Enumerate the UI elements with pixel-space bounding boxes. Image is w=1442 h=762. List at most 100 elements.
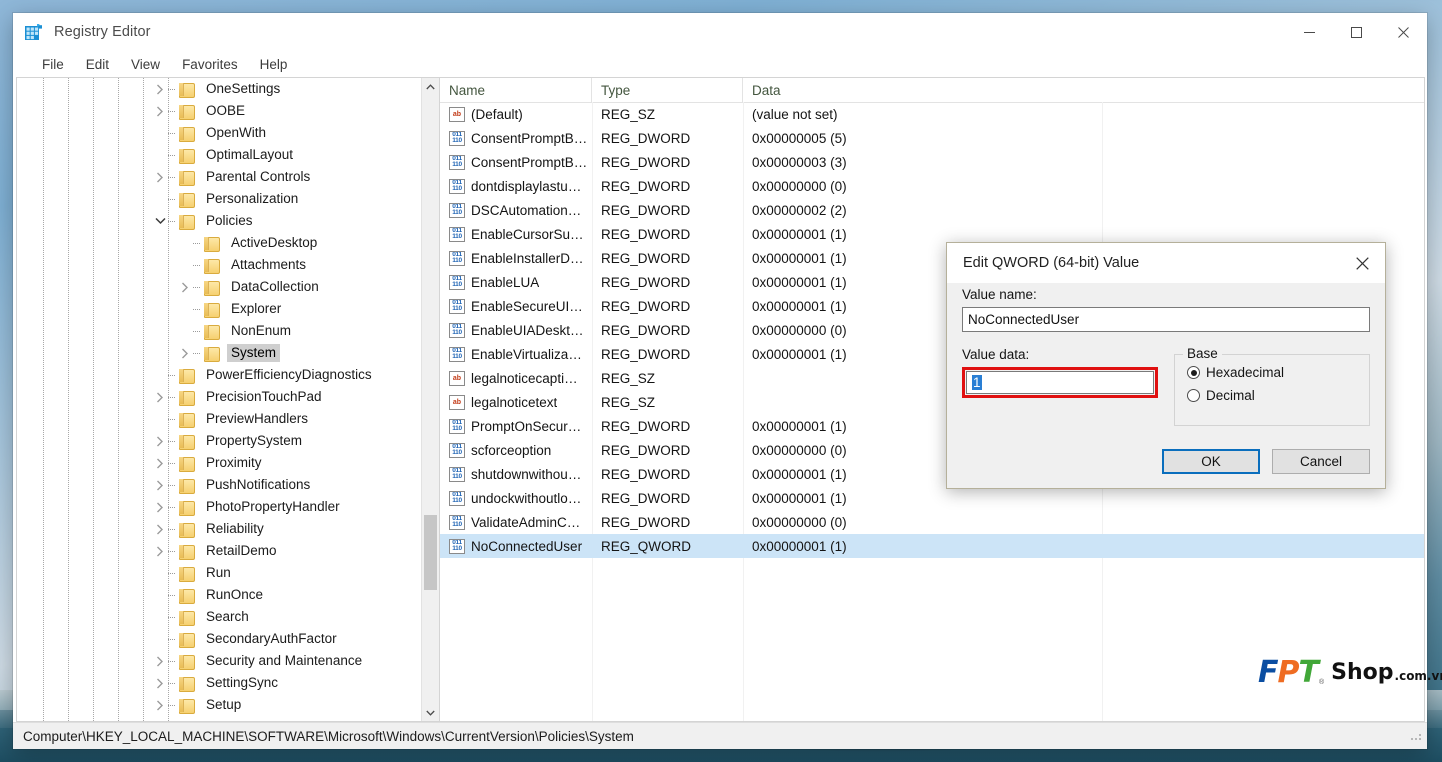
resize-grip[interactable] [1411, 730, 1423, 742]
chevron-right-icon[interactable] [152, 166, 168, 188]
chevron-right-icon[interactable] [152, 100, 168, 122]
chevron-right-icon[interactable] [152, 78, 168, 100]
tree-item-datacollection[interactable]: DataCollection [17, 276, 422, 298]
tree-item-openwith[interactable]: OpenWith [17, 122, 422, 144]
tree-item-retaildemo[interactable]: RetailDemo [17, 540, 422, 562]
tree-item-label: PowerEfficiencyDiagnostics [206, 367, 372, 382]
tree-item-runonce[interactable]: RunOnce [17, 584, 422, 606]
menu-favorites[interactable]: Favorites [171, 55, 249, 74]
value-name-text: ConsentPromptB… [471, 154, 588, 170]
chevron-right-icon[interactable] [152, 430, 168, 452]
registry-editor-icon [24, 23, 43, 42]
tree-scrollbar-thumb[interactable] [424, 515, 437, 590]
chevron-right-icon[interactable] [152, 474, 168, 496]
chevron-right-icon[interactable] [177, 276, 193, 298]
string-value-icon: ab [449, 370, 465, 386]
maximize-button[interactable] [1333, 13, 1380, 51]
table-row[interactable]: ab (Default) REG_SZ (value not set) [440, 102, 1424, 126]
ok-button[interactable]: OK [1162, 449, 1260, 474]
table-row[interactable]: 011 110 ConsentPromptB… REG_DWORD 0x00000005… [440, 126, 1424, 150]
column-header-data[interactable]: Data [743, 78, 1424, 102]
dialog-title-bar: Edit QWORD (64-bit) Value [947, 243, 1385, 283]
column-header-type[interactable]: Type [592, 78, 743, 102]
chevron-down-icon[interactable] [152, 210, 168, 232]
tree-item-label: Search [206, 609, 249, 624]
radio-hexadecimal[interactable]: Hexadecimal [1187, 365, 1357, 380]
value-name-cell: 011 110 scforceoption [440, 442, 592, 458]
tree-item-personalization[interactable]: Personalization [17, 188, 422, 210]
tree-connector [168, 78, 178, 100]
chevron-right-icon[interactable] [152, 496, 168, 518]
folder-icon [178, 698, 195, 714]
tree-item-reliability[interactable]: Reliability [17, 518, 422, 540]
column-header-name[interactable]: Name [440, 78, 592, 102]
tree-item-nonenum[interactable]: NonEnum [17, 320, 422, 342]
tree-item-proximity[interactable]: Proximity [17, 452, 422, 474]
close-button[interactable] [1380, 13, 1427, 51]
tree-item-photopropertyhandler[interactable]: PhotoPropertyHandler [17, 496, 422, 518]
tree-item-previewhandlers[interactable]: PreviewHandlers [17, 408, 422, 430]
tree-connector [168, 364, 178, 386]
tree-item-system[interactable]: System [17, 342, 422, 364]
table-row[interactable]: 011 110 ValidateAdminC… REG_DWORD 0x00000000… [440, 510, 1424, 534]
chevron-right-icon[interactable] [152, 672, 168, 694]
table-row[interactable]: 011 110 dontdisplaylastu… REG_DWORD 0x000000… [440, 174, 1424, 198]
tree-item-run[interactable]: Run [17, 562, 422, 584]
tree-item-powerefficiencydiagnostics[interactable]: PowerEfficiencyDiagnostics [17, 364, 422, 386]
table-row[interactable]: 011 110 ConsentPromptB… REG_DWORD 0x00000003… [440, 150, 1424, 174]
chevron-right-icon[interactable] [152, 386, 168, 408]
tree-scrollbar[interactable] [421, 78, 439, 721]
menu-edit[interactable]: Edit [75, 55, 120, 74]
tree-item-optimallayout[interactable]: OptimalLayout [17, 144, 422, 166]
tree-item-parental-controls[interactable]: Parental Controls [17, 166, 422, 188]
tree-item-secondaryauthfactor[interactable]: SecondaryAuthFactor [17, 628, 422, 650]
tree-item-explorer[interactable]: Explorer [17, 298, 422, 320]
dword-value-icon: 011 110 [449, 418, 465, 434]
menu-file[interactable]: File [31, 55, 75, 74]
menu-view[interactable]: View [120, 55, 171, 74]
tree-item-label: Attachments [231, 257, 307, 272]
table-row[interactable]: 011 110 NoConnectedUser REG_QWORD 0x00000001… [440, 534, 1424, 558]
tree-item-settingsync[interactable]: SettingSync [17, 672, 422, 694]
tree-item-propertysystem[interactable]: PropertySystem [17, 430, 422, 452]
value-name-cell: 011 110 EnableUIADeskt… [440, 322, 592, 338]
tree-item-setup[interactable]: Setup [17, 694, 422, 716]
tree-item-pushnotifications[interactable]: PushNotifications [17, 474, 422, 496]
scroll-up-arrow[interactable] [422, 78, 439, 95]
table-row[interactable]: 011 110 undockwithoutlo… REG_DWORD 0x0000000… [440, 486, 1424, 510]
value-type-cell: REG_DWORD [601, 442, 691, 458]
folder-icon [178, 368, 195, 384]
tree-item-policies[interactable]: Policies [17, 210, 422, 232]
cancel-button[interactable]: Cancel [1272, 449, 1370, 474]
chevron-right-icon[interactable] [152, 540, 168, 562]
tree-item-activedesktop[interactable]: ActiveDesktop [17, 232, 422, 254]
table-row[interactable]: 011 110 DSCAutomation… REG_DWORD 0x00000002 … [440, 198, 1424, 222]
chevron-right-icon[interactable] [152, 452, 168, 474]
chevron-right-icon[interactable] [152, 694, 168, 716]
tree-item-search[interactable]: Search [17, 606, 422, 628]
tree-item-oobe[interactable]: OOBE [17, 100, 422, 122]
tree-connector [168, 584, 178, 606]
tree-item-onesettings[interactable]: OneSettings [17, 78, 422, 100]
tree-item-label: OptimalLayout [206, 147, 294, 162]
value-name-cell: 011 110 ValidateAdminC… [440, 514, 592, 530]
value-name-text: (Default) [471, 106, 523, 122]
chevron-right-icon[interactable] [177, 342, 193, 364]
chevron-right-icon[interactable] [152, 518, 168, 540]
value-name-text: NoConnectedUser [471, 538, 583, 554]
value-name-input[interactable]: NoConnectedUser [962, 307, 1370, 332]
tree-item-precisiontouchpad[interactable]: PrecisionTouchPad [17, 386, 422, 408]
value-data-input[interactable]: 1 [966, 371, 1154, 394]
tree-item-attachments[interactable]: Attachments [17, 254, 422, 276]
radio-decimal[interactable]: Decimal [1187, 388, 1357, 403]
menu-help[interactable]: Help [249, 55, 299, 74]
dialog-close-button[interactable] [1340, 243, 1385, 283]
scroll-down-arrow[interactable] [422, 704, 439, 721]
chevron-right-icon[interactable] [152, 650, 168, 672]
minimize-button[interactable] [1286, 13, 1333, 51]
tree-connector [168, 166, 178, 188]
folder-icon [178, 82, 195, 98]
tree-item-security-and-maintenance[interactable]: Security and Maintenance [17, 650, 422, 672]
